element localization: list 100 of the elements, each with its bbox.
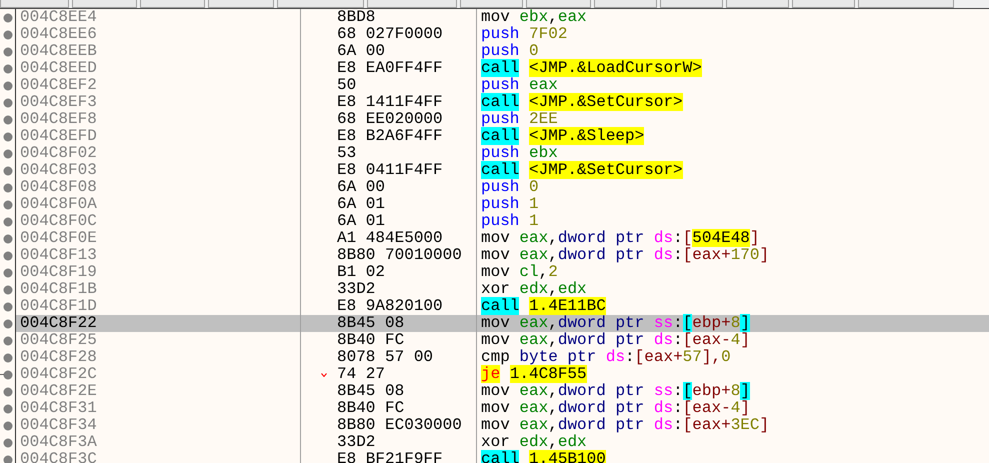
address-text: 004C8EEB: [19, 43, 98, 60]
breakpoint-dot-icon[interactable]: [3, 302, 13, 312]
tab[interactable]: [726, 0, 789, 8]
breakpoint-dot-icon[interactable]: [3, 336, 13, 346]
tab[interactable]: [367, 0, 457, 8]
instruction-text: mov eax,dword ptr ds:[eax-4]: [481, 399, 750, 417]
bytes-text: E8 B2A6F4FF: [337, 127, 443, 145]
breakpoint-dot-icon[interactable]: [3, 46, 13, 56]
breakpoint-dot-icon[interactable]: [3, 80, 13, 90]
instruction-text: mov eax,dword ptr ds:[eax+3EC]: [481, 416, 770, 434]
address-text: 004C8EF2: [19, 77, 98, 94]
table-row[interactable]: 004C8F22 8B45 08 mov eax,dword ptr ss:[ebp+8]: [0, 315, 989, 332]
bytes-text: 8078 57 00: [337, 348, 434, 366]
instruction-text: call 1.4E11BC: [481, 297, 606, 315]
instruction-text: push 7F02: [481, 25, 568, 43]
bytes-text: 8BD8: [337, 8, 376, 26]
bytes-text: 8B45 08: [337, 382, 404, 400]
address-text: 004C8EFD: [19, 128, 98, 145]
address-text: 004C8F1B: [19, 281, 98, 298]
tab[interactable]: [460, 0, 523, 8]
bytes-text: E8 EA0FF4FF: [337, 59, 443, 77]
instruction-text: call <JMP.&SetCursor>: [481, 161, 683, 179]
address-text: 004C8EF3: [19, 94, 98, 111]
breakpoint-dot-icon[interactable]: [3, 268, 13, 278]
bytes-text: A1 484E5000: [337, 229, 443, 247]
bytes-text: E8 9A820100: [337, 297, 443, 315]
breakpoint-dot-icon[interactable]: [3, 234, 13, 244]
bytes-text: 6A 01: [337, 195, 386, 213]
breakpoint-dot-icon[interactable]: [3, 352, 13, 362]
breakpoint-dot-icon[interactable]: [3, 200, 13, 210]
instruction-text: mov eax,dword ptr ss:[ebp+8]: [481, 314, 750, 332]
address-text: 004C8F0C: [19, 213, 98, 230]
address-text: 004C8F25: [19, 332, 98, 349]
address-text: 004C8F2E: [19, 383, 98, 400]
bytes-text: 6A 01: [337, 212, 386, 230]
tab[interactable]: [0, 0, 69, 8]
address-text: 004C8F0E: [19, 230, 98, 247]
breakpoint-dot-icon[interactable]: [3, 438, 13, 448]
address-text: 004C8F34: [19, 417, 98, 434]
instruction-text: mov eax,dword ptr ds:[eax+170]: [481, 246, 770, 264]
breakpoint-dot-icon[interactable]: [3, 30, 13, 40]
breakpoint-dot-icon[interactable]: [3, 98, 13, 108]
address-text: 004C8F02: [19, 145, 98, 162]
instruction-text: push 0: [481, 42, 539, 60]
bytes-text: 33D2: [337, 433, 376, 451]
bytes-text: 33D2: [337, 280, 376, 298]
breakpoint-dot-icon[interactable]: [3, 166, 13, 176]
breakpoint-dot-icon[interactable]: [3, 132, 13, 142]
bytes-text: 8B45 08: [337, 314, 404, 332]
tab[interactable]: [140, 0, 205, 8]
tab[interactable]: [660, 0, 723, 8]
breakpoint-dot-icon[interactable]: [3, 148, 13, 158]
bytes-text: 6A 00: [337, 42, 386, 60]
bytes-text: B1 02: [337, 263, 386, 281]
tab[interactable]: [858, 0, 954, 8]
address-text: 004C8F3A: [19, 434, 98, 451]
address-text: 004C8F22: [19, 315, 98, 332]
instruction-text: je 1.4C8F55: [481, 365, 587, 383]
instruction-text: mov ebx,eax: [481, 8, 587, 26]
breakpoint-dot-icon[interactable]: [3, 386, 13, 396]
address-text: 004C8EE6: [19, 26, 98, 43]
bytes-text: 8B40 FC: [337, 331, 404, 349]
address-text: 004C8EE4: [19, 9, 98, 26]
instruction-text: push 1: [481, 212, 539, 230]
address-text: 004C8F19: [19, 264, 98, 281]
instruction-text: xor edx,edx: [481, 280, 587, 298]
instruction-text: mov eax,dword ptr ss:[ebp+8]: [481, 382, 750, 400]
instruction-text: cmp byte ptr ds:[eax+57],0: [481, 348, 731, 366]
address-text: 004C8F0A: [19, 196, 98, 213]
address-text: 004C8F08: [19, 179, 98, 196]
bytes-text: E8 BF21F9FF: [337, 450, 443, 463]
breakpoint-dot-icon[interactable]: [3, 114, 13, 124]
breakpoint-dot-icon[interactable]: [3, 404, 13, 414]
breakpoint-dot-icon[interactable]: [3, 284, 13, 294]
breakpoint-dot-icon[interactable]: [3, 64, 13, 74]
jump-line-icon: [0, 374, 4, 376]
instruction-text: mov eax,dword ptr ds:[504E48]: [481, 229, 760, 247]
tab[interactable]: [526, 0, 591, 8]
tab[interactable]: [208, 0, 274, 8]
instruction-text: push 1: [481, 195, 539, 213]
breakpoint-dot-icon[interactable]: [3, 420, 13, 430]
bytes-text: 53: [337, 144, 356, 162]
instruction-text: call <JMP.&LoadCursorW>: [481, 59, 702, 77]
breakpoint-dot-icon[interactable]: [3, 12, 13, 22]
bytes-text: 8B80 70010000: [337, 246, 462, 264]
instruction-text: push 0: [481, 178, 539, 196]
breakpoint-dot-icon[interactable]: [3, 250, 13, 260]
tab[interactable]: [277, 0, 364, 8]
breakpoint-dot-icon[interactable]: [3, 182, 13, 192]
address-text: 004C8F03: [19, 162, 98, 179]
breakpoint-dot-icon[interactable]: [3, 370, 13, 380]
bytes-text: 8B40 FC: [337, 399, 404, 417]
bytes-text: 74 27: [337, 365, 386, 383]
tab[interactable]: [72, 0, 137, 8]
tab[interactable]: [792, 0, 855, 8]
bytes-text: E8 1411F4FF: [337, 93, 443, 111]
breakpoint-dot-icon[interactable]: [3, 216, 13, 226]
breakpoint-dot-icon[interactable]: [3, 318, 13, 328]
tab[interactable]: [594, 0, 657, 8]
address-text: 004C8F28: [19, 349, 98, 366]
